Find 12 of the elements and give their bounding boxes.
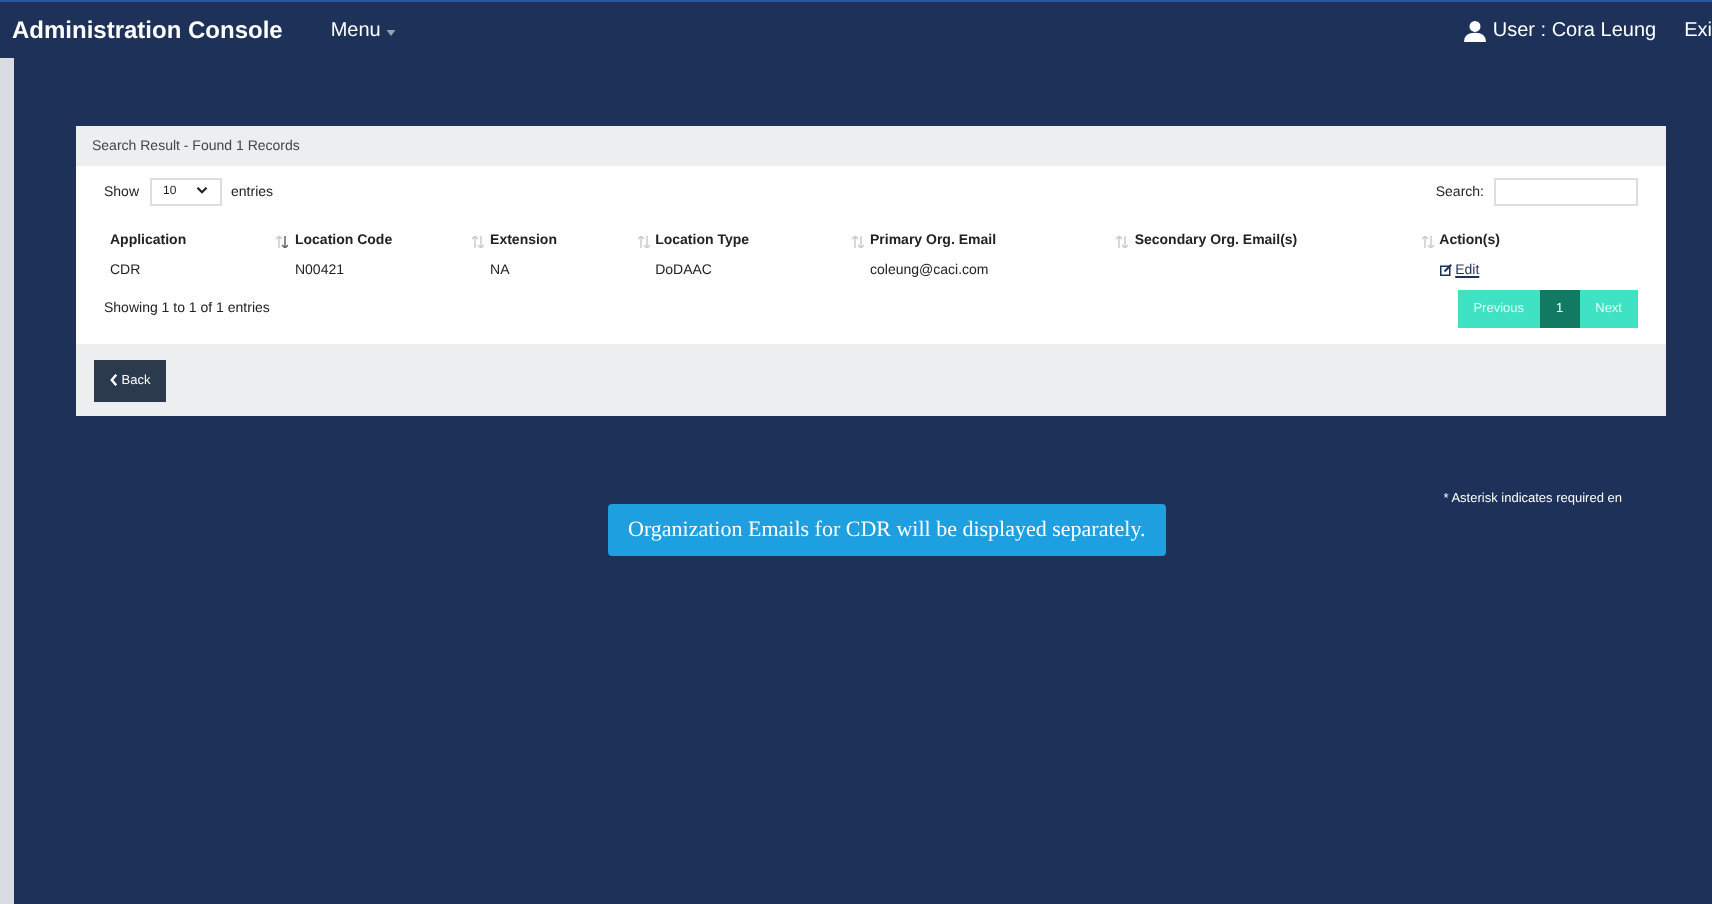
info-tooltip: Organization Emails for CDR will be displayed separately. (608, 504, 1166, 556)
user-name: User : Cora Leung (1492, 19, 1657, 41)
sort-icon[interactable] (276, 236, 289, 248)
edit-icon[interactable] (1439, 264, 1452, 277)
chevron-left-icon[interactable] (110, 373, 118, 386)
menu-link[interactable]: Menu (330, 19, 397, 41)
exit-link[interactable]: Exi (1684, 19, 1712, 41)
search-field[interactable] (1494, 178, 1638, 206)
app-title: Administration Console (12, 16, 283, 44)
chevron-down-icon[interactable] (195, 186, 208, 194)
user-icon (1464, 19, 1487, 41)
caret-icon[interactable] (386, 29, 397, 35)
